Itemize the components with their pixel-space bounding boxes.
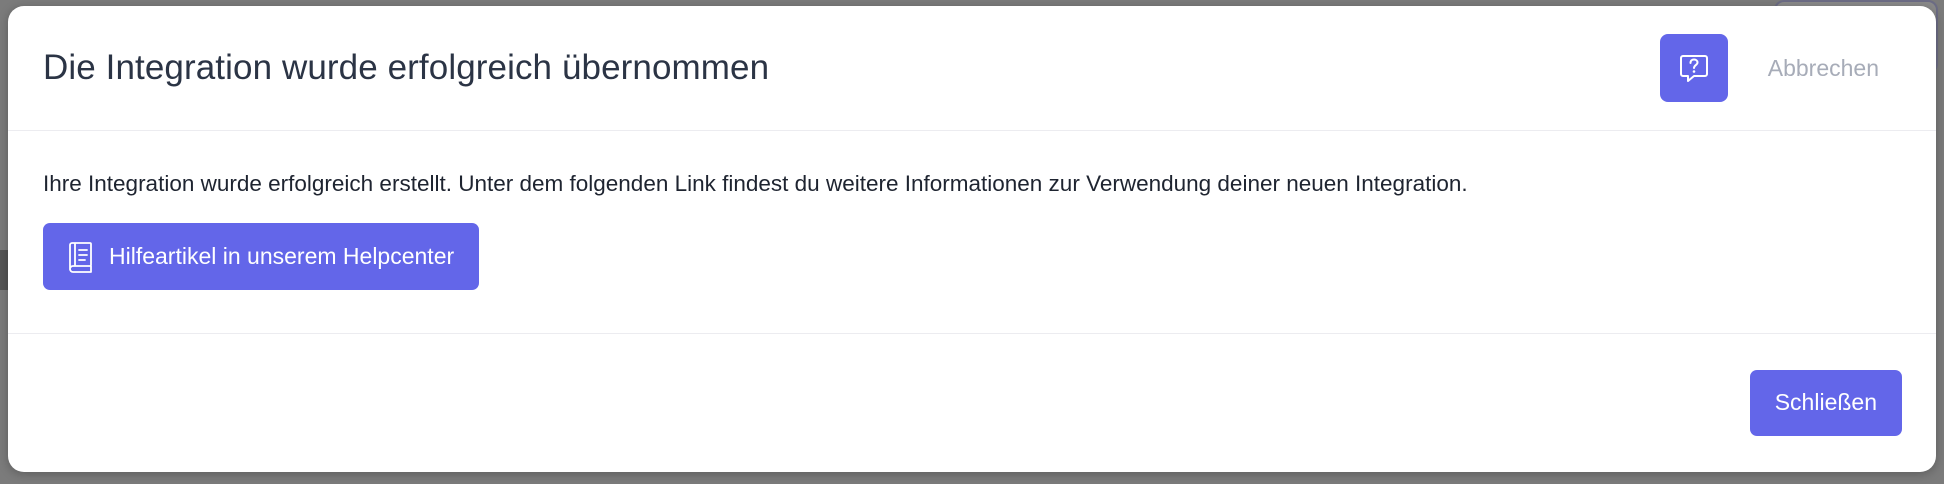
help-article-label: Hilfeartikel in unserem Helpcenter [109, 243, 455, 269]
background-fragment [0, 250, 8, 290]
close-button[interactable]: Schließen [1749, 369, 1902, 436]
help-article-button[interactable]: Hilfeartikel in unserem Helpcenter [43, 223, 480, 290]
dialog-body: Ihre Integration wurde erfolgreich erste… [8, 131, 1936, 334]
dialog-title: Die Integration wurde erfolgreich überno… [43, 48, 770, 87]
integration-success-dialog: Die Integration wurde erfolgreich überno… [8, 6, 1936, 472]
cancel-button[interactable]: Abbrechen [1752, 55, 1895, 82]
dialog-footer: Schließen [8, 334, 1936, 471]
book-icon [65, 241, 95, 273]
dialog-header: Die Integration wurde erfolgreich überno… [8, 6, 1936, 131]
chat-question-icon [1677, 51, 1711, 85]
help-chat-button[interactable] [1659, 34, 1728, 102]
dialog-message: Ihre Integration wurde erfolgreich erste… [43, 171, 1468, 196]
